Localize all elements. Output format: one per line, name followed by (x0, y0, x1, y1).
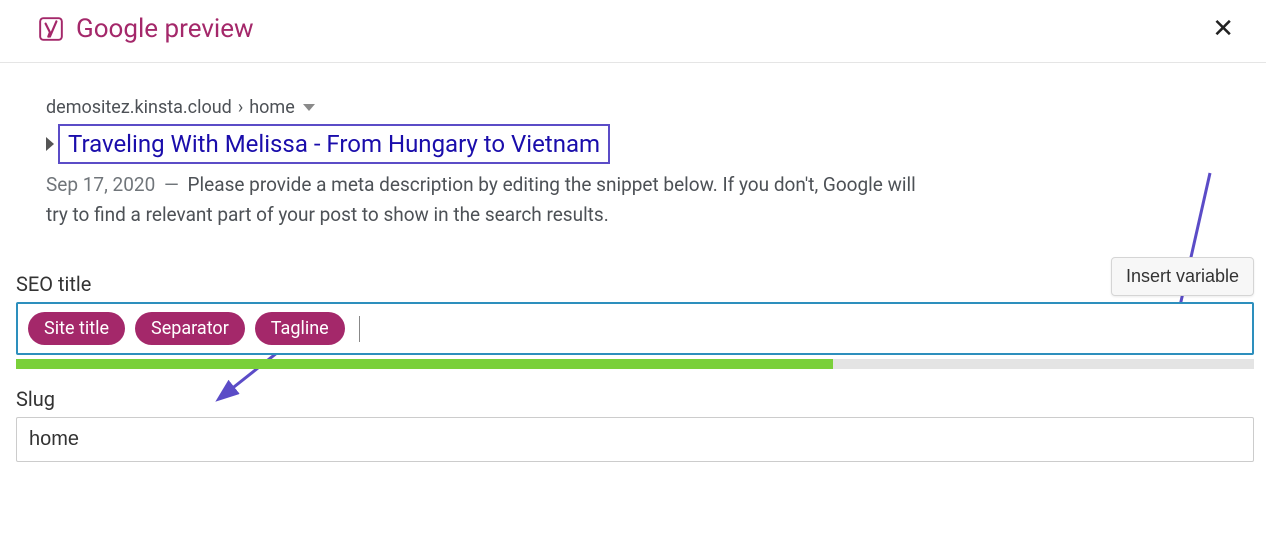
pill-site-title[interactable]: Site title (28, 312, 125, 345)
seo-title-row: SEO title Insert variable Site title Sep… (16, 257, 1254, 369)
breadcrumb: demositez.kinsta.cloud › home (46, 97, 956, 118)
breadcrumb-domain: demositez.kinsta.cloud (46, 97, 232, 118)
seo-title-label: SEO title (16, 272, 91, 296)
google-preview: demositez.kinsta.cloud › home Traveling … (16, 97, 956, 229)
panel-header: Google preview ✕ (0, 0, 1266, 63)
dash-sep: — (164, 173, 179, 196)
insert-variable-button[interactable]: Insert variable (1111, 257, 1254, 296)
header-left: Google preview (38, 14, 254, 44)
close-icon[interactable]: ✕ (1212, 16, 1234, 42)
pill-tagline[interactable]: Tagline (255, 312, 345, 345)
preview-date: Sep 17, 2020 (46, 173, 155, 196)
yoast-icon (38, 16, 64, 42)
content-area: demositez.kinsta.cloud › home Traveling … (0, 63, 1266, 462)
seo-title-progress (16, 359, 1254, 369)
slug-input[interactable] (16, 417, 1254, 462)
breadcrumb-sep: › (238, 97, 243, 118)
panel-title: Google preview (76, 14, 254, 44)
seo-title-input[interactable]: Site title Separator Tagline (16, 302, 1254, 355)
slug-label: Slug (16, 387, 1254, 411)
progress-fill (16, 359, 833, 369)
breadcrumb-path: home (249, 97, 295, 118)
caret-right-icon[interactable] (46, 137, 54, 151)
pill-separator[interactable]: Separator (135, 312, 245, 345)
preview-meta-description: Sep 17, 2020 — Please provide a meta des… (46, 170, 926, 229)
chevron-down-icon[interactable] (303, 104, 315, 111)
text-cursor (359, 316, 360, 342)
slug-row: Slug (16, 387, 1254, 462)
preview-title[interactable]: Traveling With Melissa - From Hungary to… (58, 124, 610, 164)
